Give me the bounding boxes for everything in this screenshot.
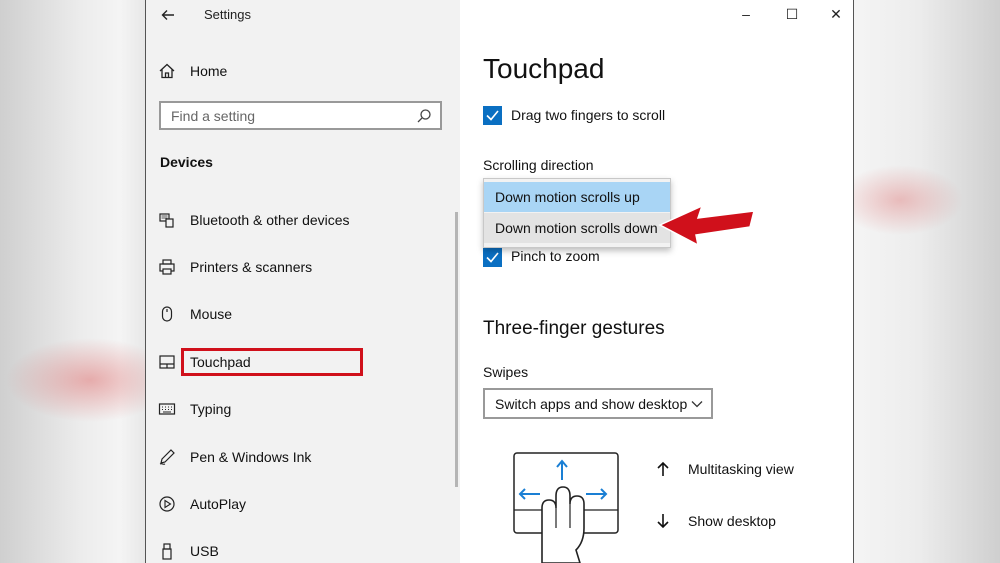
sidebar-item-label: Typing (190, 401, 232, 417)
scrolling-direction-dropdown: Down motion scrolls up Down motion scrol… (483, 178, 671, 248)
app-title: Settings (204, 7, 251, 22)
sidebar-scrollbar[interactable] (455, 212, 458, 487)
nav-home-label: Home (190, 63, 228, 79)
main-content: – ☐ ✕ Touchpad Drag two fingers to scrol… (460, 0, 853, 563)
drag-two-fingers-label: Drag two fingers to scroll (511, 107, 666, 123)
sidebar-item-printers[interactable]: Printers & scanners (158, 254, 312, 280)
sidebar-item-autoplay[interactable]: AutoPlay (158, 491, 246, 517)
sidebar-item-label: AutoPlay (190, 496, 247, 512)
arrow-up-icon (657, 461, 669, 476)
sidebar: Settings Home Find a setting Devices Blu… (146, 0, 460, 563)
three-finger-heading: Three-finger gestures (483, 318, 665, 339)
keyboard-icon (158, 400, 176, 418)
three-finger-gesture-illustration (513, 452, 619, 563)
swipes-select[interactable]: Switch apps and show desktop (483, 388, 713, 419)
back-arrow-icon[interactable] (160, 7, 176, 23)
minimize-button[interactable]: – (736, 6, 756, 22)
sidebar-item-mouse[interactable]: Mouse (158, 301, 232, 327)
checkmark-icon (486, 252, 499, 263)
pinch-to-zoom-checkbox[interactable] (483, 248, 502, 267)
gesture-row-up: Multitasking view (656, 461, 794, 477)
sidebar-item-pen[interactable]: Pen & Windows Ink (158, 444, 311, 470)
scrolling-direction-label: Scrolling direction (483, 157, 594, 173)
search-placeholder: Find a setting (171, 108, 256, 124)
settings-window: Settings Home Find a setting Devices Blu… (145, 0, 854, 563)
close-button[interactable]: ✕ (826, 6, 846, 23)
sidebar-item-label: Mouse (190, 306, 233, 322)
sidebar-item-bluetooth[interactable]: Bluetooth & other devices (158, 207, 350, 233)
pen-icon (158, 448, 176, 466)
swipes-select-value: Switch apps and show desktop (495, 396, 688, 412)
section-title: Devices (160, 154, 213, 170)
touchpad-highlight-box (181, 348, 363, 376)
mouse-icon (158, 305, 176, 323)
search-icon[interactable] (416, 108, 432, 124)
home-icon (159, 63, 175, 79)
gesture-label: Show desktop (688, 513, 776, 529)
sidebar-item-label: Printers & scanners (190, 259, 313, 275)
pinch-to-zoom-label: Pinch to zoom (511, 248, 600, 264)
maximize-button[interactable]: ☐ (782, 6, 802, 23)
gesture-label: Multitasking view (688, 461, 794, 477)
dropdown-option-scrolls-down[interactable]: Down motion scrolls down (484, 213, 670, 243)
sidebar-item-label: Bluetooth & other devices (190, 212, 350, 228)
nav-home[interactable]: Home (158, 58, 227, 84)
sidebar-item-typing[interactable]: Typing (158, 396, 231, 422)
usb-icon (158, 542, 176, 560)
title-bar: Settings (146, 0, 460, 30)
sidebar-item-usb[interactable]: USB (158, 538, 219, 563)
page-title: Touchpad (483, 53, 605, 84)
sidebar-item-label: Pen & Windows Ink (190, 449, 312, 465)
search-input[interactable]: Find a setting (159, 101, 442, 130)
sidebar-item-label: USB (190, 543, 219, 559)
touchpad-icon (158, 353, 176, 371)
drag-two-fingers-checkbox[interactable] (483, 106, 502, 125)
arrow-down-icon (657, 514, 669, 529)
gesture-row-down: Show desktop (656, 513, 776, 529)
swipes-label: Swipes (483, 364, 529, 380)
red-arrow-annotation (658, 204, 755, 247)
chevron-down-icon (691, 401, 703, 408)
autoplay-icon (158, 495, 176, 513)
dropdown-option-scrolls-up[interactable]: Down motion scrolls up (484, 182, 670, 212)
checkmark-icon (486, 110, 499, 121)
printer-icon (158, 258, 176, 276)
bluetooth-devices-icon (158, 211, 176, 229)
